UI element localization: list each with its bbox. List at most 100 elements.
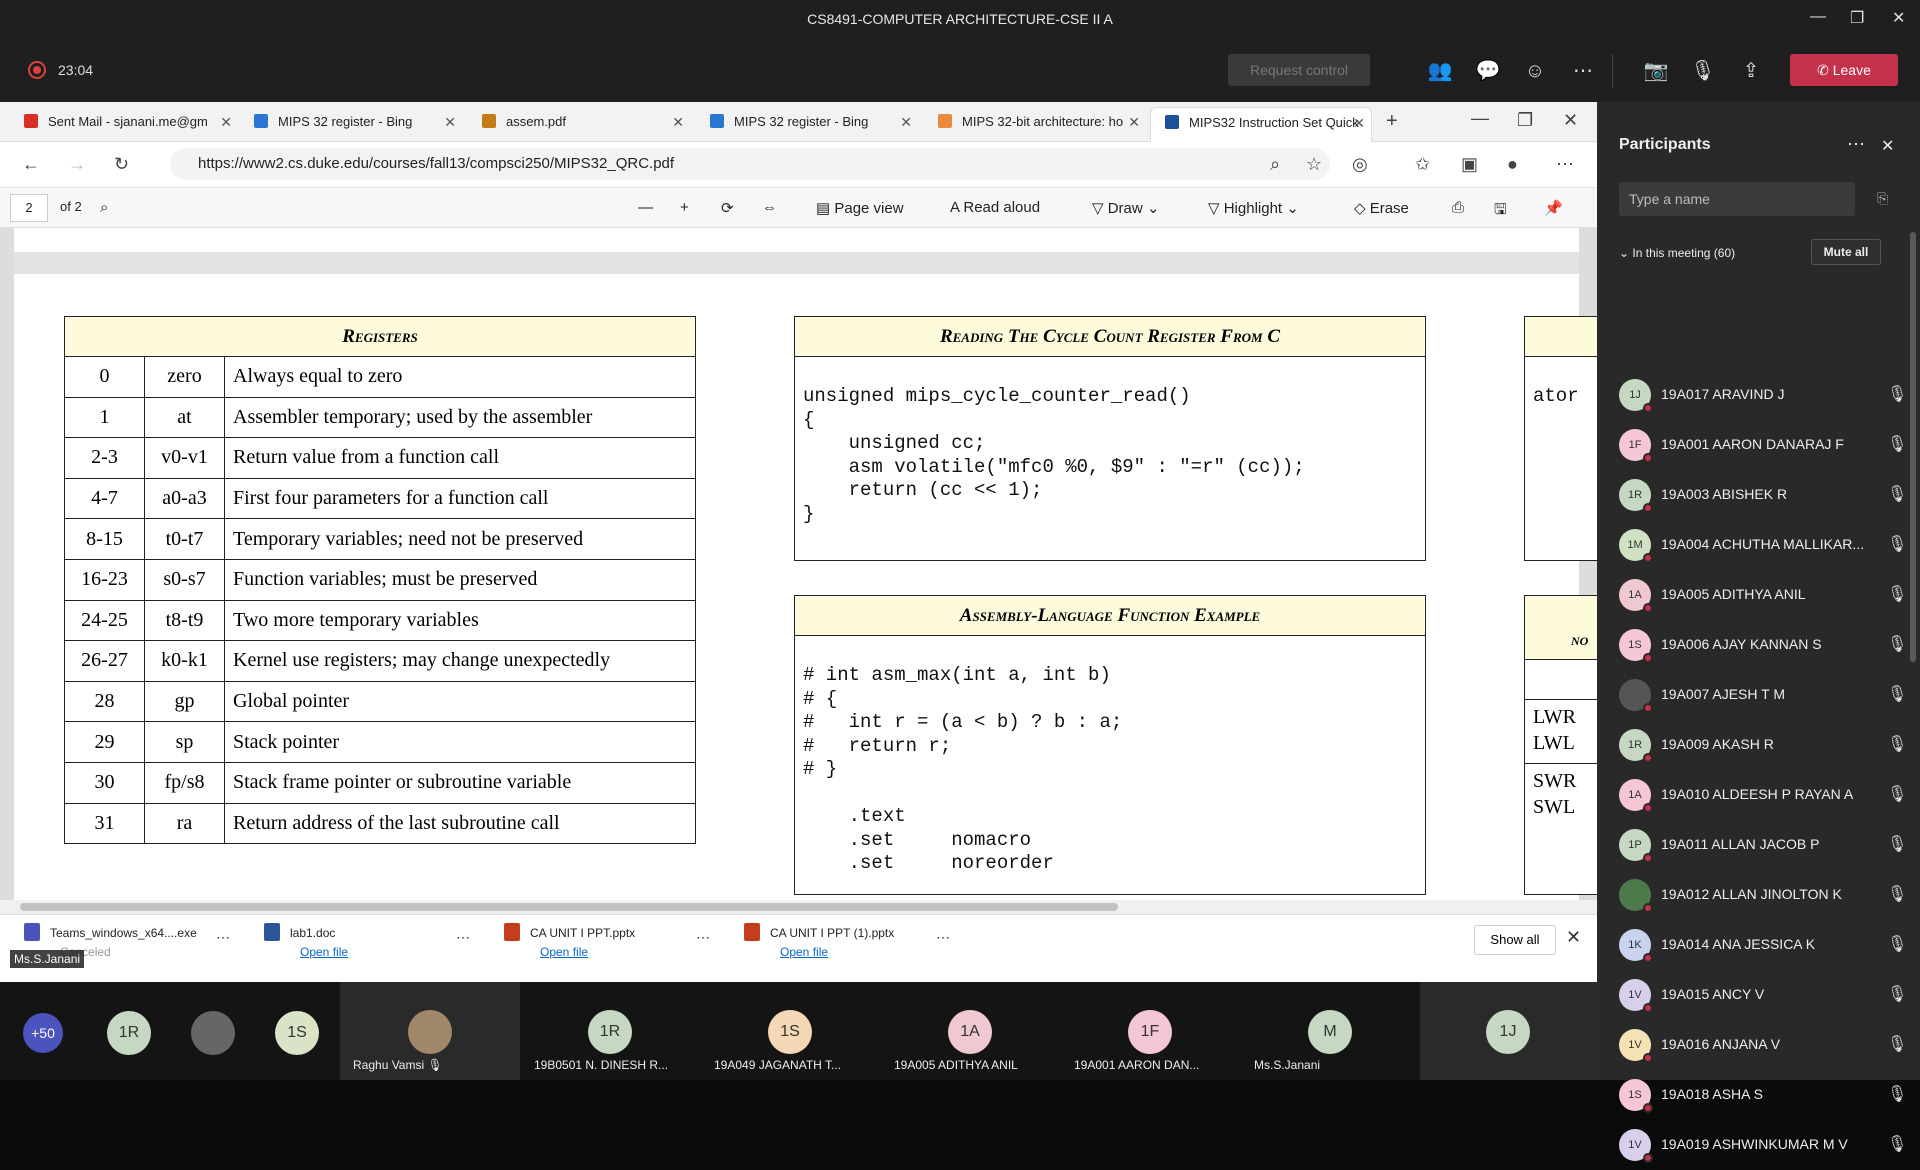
mic-off-icon[interactable]: 🎙 [1887,1084,1907,1104]
participant-row[interactable]: 1V 19A015 ANCY V 🎙 [1597,970,1920,1020]
reactions-icon[interactable]: ☺ [1522,58,1548,84]
participants-icon[interactable]: 👥 [1427,58,1453,84]
mic-off-icon[interactable]: 🎙 [1887,834,1907,854]
participant-row[interactable]: 1M 19A004 ACHUTHA MALLIKAR... 🎙 [1597,520,1920,570]
new-tab-icon[interactable]: + [1386,110,1398,133]
participant-row[interactable]: 1J 19A017 ARAVIND J 🎙 [1597,370,1920,420]
more-icon[interactable]: ⋯ [696,929,710,946]
video-tile[interactable]: 1S 19A049 JAGANATH T... [700,982,880,1080]
video-tile[interactable]: 1A 19A005 ADITHYA ANIL [880,982,1060,1080]
mic-off-icon[interactable]: 🎙 [1887,434,1907,454]
close-icon[interactable]: ✕ [1563,110,1578,131]
more-icon[interactable]: ⋯ [216,929,230,946]
participant-row[interactable]: 19A007 AJESH T M 🎙 [1597,670,1920,720]
save-icon[interactable]: 🖫 [1494,199,1507,224]
close-icon[interactable]: ✕ [1881,136,1894,156]
participant-row[interactable]: 1K 19A014 ANA JESSICA K 🎙 [1597,920,1920,970]
mic-off-icon[interactable]: 🎙 [1887,984,1907,1004]
video-tile[interactable]: M Ms.S.Janani [1240,982,1420,1080]
search-icon[interactable]: ⌕ [100,199,108,216]
close-tab-icon[interactable]: ✕ [444,107,456,137]
browser-tab[interactable]: MIPS 32-bit architecture: ho ✕ [924,107,1146,142]
video-tile[interactable]: 1F 19A001 AARON DAN... [1060,982,1240,1080]
mic-off-icon[interactable]: 🎙 [1887,1134,1907,1154]
favorites-icon[interactable]: ✩ [1415,154,1430,175]
mic-off-icon[interactable]: 🎙 [1887,934,1907,954]
close-tab-icon[interactable]: ✕ [900,107,912,137]
participant-row[interactable]: 1R 19A003 ABISHEK R 🎙 [1597,470,1920,520]
zoom-in-icon[interactable]: + [680,199,689,216]
browser-tab[interactable]: assem.pdf ✕ [468,107,690,142]
close-tab-icon[interactable]: ✕ [1128,107,1140,137]
restore-icon[interactable]: ❐ [1850,8,1864,28]
download-item[interactable]: lab1.doc Open file ⋯ [264,923,470,959]
pin-icon[interactable]: 📌 [1544,199,1563,217]
profile-icon[interactable]: ● [1507,154,1518,175]
video-tile[interactable]: 1R 19B0501 N. DINESH R... [520,982,700,1080]
highlight-button[interactable]: ▽ Highlight ⌄ [1208,199,1299,217]
fit-page-icon[interactable]: ⇔ [762,199,777,216]
erase-button[interactable]: ◇ Erase [1354,199,1409,217]
avatar[interactable]: 1S [275,1011,319,1055]
browser-tab[interactable]: Sent Mail - sjanani.me@gm ✕ [10,107,238,142]
rotate-icon[interactable]: ⟳ [721,199,734,217]
print-icon[interactable]: ⎙ [1452,199,1464,216]
open-file-link[interactable]: Open file [540,945,635,959]
open-file-link[interactable]: Open file [300,945,348,959]
search-input[interactable]: Type a name [1619,182,1855,216]
close-tab-icon[interactable]: ✕ [672,107,684,137]
mic-off-icon[interactable]: 🎙 [1690,58,1716,84]
browser-tab-active[interactable]: MIPS32 Instruction Set Quick ✕ [1150,107,1372,142]
extension-icon[interactable]: ◎ [1352,154,1368,175]
participant-row[interactable]: 1P 19A011 ALLAN JACOB P 🎙 [1597,820,1920,870]
close-icon[interactable]: ✕ [1566,927,1581,948]
address-bar[interactable]: https://www2.cs.duke.edu/courses/fall13/… [170,148,1330,180]
video-tile[interactable]: 1J [1420,982,1597,1080]
camera-off-icon[interactable]: 📷 [1643,58,1669,84]
close-tab-icon[interactable]: ✕ [220,107,232,137]
more-actions-icon[interactable]: ⋯ [1570,58,1596,84]
page-number-input[interactable]: 2 [10,194,48,222]
restore-icon[interactable]: ❐ [1517,110,1533,131]
request-control-button[interactable]: Request control [1228,54,1370,86]
favorite-icon[interactable]: ☆ [1306,154,1322,175]
draw-button[interactable]: ▽ Draw ⌄ [1092,199,1159,217]
avatar[interactable]: 1R [107,1011,151,1055]
participant-row[interactable]: 1V 19A016 ANJANA V 🎙 [1597,1020,1920,1070]
minimize-icon[interactable]: — [1810,8,1826,26]
panel-scrollbar[interactable] [1910,232,1916,662]
participant-row[interactable]: 1A 19A005 ADITHYA ANIL 🎙 [1597,570,1920,620]
participant-row[interactable]: 1R 19A009 AKASH R 🎙 [1597,720,1920,770]
share-invite-icon[interactable]: ⎘ [1877,190,1888,207]
chevron-down-icon[interactable]: ⌄ [1286,200,1299,217]
mic-off-icon[interactable]: 🎙 [1887,1034,1907,1054]
mic-off-icon[interactable]: 🎙 [1887,734,1907,754]
avatar[interactable] [191,1011,235,1055]
close-icon[interactable]: ✕ [1892,8,1905,28]
minimize-icon[interactable]: — [1471,108,1489,129]
horizontal-scrollbar[interactable] [0,900,1597,914]
participant-row[interactable]: 1A 19A010 ALDEESH P RAYAN A 🎙 [1597,770,1920,820]
close-tab-icon[interactable]: ✕ [1353,108,1365,138]
mic-off-icon[interactable]: 🎙 [1887,584,1907,604]
more-options-icon[interactable]: ⋯ [1847,134,1865,155]
browser-tab[interactable]: MIPS 32 register - Bing ✕ [240,107,462,142]
chat-icon[interactable]: 💬 [1475,58,1501,84]
mic-off-icon[interactable]: 🎙 [1887,634,1907,654]
participant-row[interactable]: 1S 19A018 ASHA S 🎙 [1597,1070,1920,1120]
overflow-count[interactable]: +50 [23,1013,63,1053]
participant-row[interactable]: 1F 19A001 AARON DANARAJ F 🎙 [1597,420,1920,470]
read-aloud-button[interactable]: A Read aloud [950,199,1040,216]
share-screen-icon[interactable]: ⇪ [1738,58,1764,84]
browser-tab[interactable]: MIPS 32 register - Bing ✕ [696,107,918,142]
page-view-button[interactable]: ▤ Page view [816,199,904,217]
show-all-button[interactable]: Show all [1474,925,1556,955]
refresh-icon[interactable]: ↻ [114,154,129,175]
leave-button[interactable]: ✆ Leave [1790,54,1898,86]
participant-row[interactable]: 19A012 ALLAN JINOLTON K 🎙 [1597,870,1920,920]
open-file-link[interactable]: Open file [780,945,894,959]
video-tile[interactable]: Raghu Vamsi 🎙 [340,982,520,1080]
forward-icon[interactable]: → [68,154,86,175]
mic-off-icon[interactable]: 🎙 [1887,884,1907,904]
mic-off-icon[interactable]: 🎙 [1887,684,1907,704]
